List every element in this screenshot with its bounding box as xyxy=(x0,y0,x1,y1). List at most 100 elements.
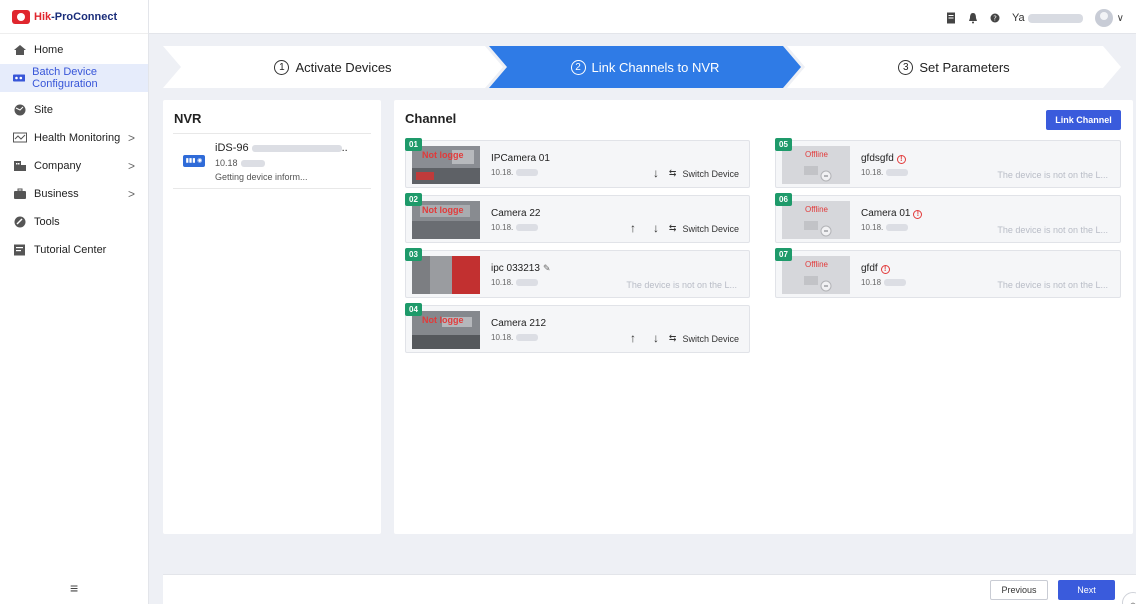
chevron-right-icon: > xyxy=(127,131,135,145)
switch-device-button[interactable]: ⇆ Switch Device xyxy=(669,168,739,179)
sidebar-item-home[interactable]: Home xyxy=(0,36,148,64)
redacted-text xyxy=(251,144,342,152)
thumbnail-status: Not logge xyxy=(422,205,464,215)
home-icon xyxy=(14,45,26,55)
camera-name: Camera 212 xyxy=(491,318,547,329)
thumbnail-status: Not logge xyxy=(422,150,464,160)
move-down-icon[interactable]: ↓ xyxy=(653,166,659,180)
camera-name: IPCamera 01 xyxy=(491,153,550,164)
camera-ip: 10.18. xyxy=(491,333,539,342)
channel-card[interactable]: 02 Not logge Camera 22 10.18. ↑ ↓ ⇆ Switc… xyxy=(405,193,750,243)
chevron-up-icon[interactable]: ︿ xyxy=(1122,592,1136,604)
redacted-text xyxy=(884,279,907,287)
move-down-icon[interactable]: ↓ xyxy=(653,331,659,345)
step-number: 2 xyxy=(570,59,586,75)
link-channel-button[interactable]: Link Channel xyxy=(1046,110,1121,130)
sidebar-item-site[interactable]: Site xyxy=(0,96,148,124)
camera-thumbnail: Offline xyxy=(782,146,850,184)
nvr-panel: NVR ▮▮▮ ◉ iDS-96.. 10.18 Getting device … xyxy=(163,100,381,534)
camera-ip: 10.18. xyxy=(491,278,539,287)
camera-thumbnail: Offline xyxy=(782,256,850,294)
step-set-parameters[interactable]: 3 Set Parameters xyxy=(787,46,1121,88)
sidebar-item-label: Business xyxy=(34,188,79,200)
tools-icon xyxy=(14,216,26,228)
sidebar-item-label: Site xyxy=(34,104,53,116)
offline-status: Offline xyxy=(805,150,828,159)
step-number: 3 xyxy=(898,59,914,75)
nvr-device-item[interactable]: ▮▮▮ ◉ iDS-96.. 10.18 Getting device info… xyxy=(173,133,371,189)
switch-icon: ⇆ xyxy=(668,223,677,233)
switch-icon: ⇆ xyxy=(668,333,677,343)
user-name[interactable]: Ya xyxy=(1012,12,1083,24)
avatar[interactable] xyxy=(1094,9,1113,27)
sidebar-item-business[interactable]: Business > xyxy=(0,180,148,208)
warning-icon[interactable]: ! xyxy=(880,265,890,274)
sidebar-item-company[interactable]: Company > xyxy=(0,152,148,180)
not-on-lan-message: The device is not on the L... xyxy=(997,225,1108,235)
sidebar-item-label: Tutorial Center xyxy=(34,244,107,256)
redacted-text xyxy=(516,224,539,232)
sidebar-item-health-monitoring[interactable]: Health Monitoring > xyxy=(0,124,148,152)
bell-icon[interactable] xyxy=(968,12,978,24)
sidebar-item-label: Home xyxy=(34,44,64,56)
progress-stepper: 1 Activate Devices 2 Link Channels to NVR … xyxy=(163,46,1121,88)
camera-ip: 10.18 xyxy=(861,278,907,287)
camera-thumbnail: Not logge xyxy=(412,311,480,349)
channel-card[interactable]: 07 Offline gfdf! 10.18 The device is not… xyxy=(775,248,1121,298)
not-on-lan-message: The device is not on the L... xyxy=(997,280,1108,290)
sidebar-item-label: Health Monitoring xyxy=(34,132,121,144)
channel-card[interactable]: 03 ipc 033213 ✎ 10.18. The device is not … xyxy=(405,248,750,298)
step-activate-devices[interactable]: 1 Activate Devices xyxy=(163,46,503,88)
switch-device-button[interactable]: ⇆ Switch Device xyxy=(669,223,739,234)
offline-status: Offline xyxy=(805,205,828,214)
app-logo[interactable]: Hik-ProConnect xyxy=(0,0,148,34)
redacted-text xyxy=(240,160,265,168)
channel-number-badge: 03 xyxy=(405,248,422,261)
channel-card[interactable]: 06 Offline Camera 01! 10.18. The device … xyxy=(775,193,1121,243)
step-label: Link Channels to NVR xyxy=(591,59,720,75)
camera-name: gfdsgfd! xyxy=(861,153,906,164)
previous-button[interactable]: Previous xyxy=(990,580,1048,600)
top-bar: ? Ya ∨ xyxy=(149,0,1136,34)
health-monitoring-icon xyxy=(13,132,27,143)
sidebar-item-batch-device-configuration[interactable]: Batch Device Configuration xyxy=(0,64,148,92)
menu-collapse-icon[interactable]: ≡ xyxy=(70,580,78,596)
warning-icon[interactable]: ! xyxy=(896,155,906,164)
panel-title: Channel xyxy=(405,111,457,126)
document-icon[interactable] xyxy=(946,12,956,24)
channel-panel: Channel Link Channel 01 Not logge IPCame… xyxy=(394,100,1133,534)
camera-ip: 10.18. xyxy=(491,223,539,232)
channel-card[interactable]: 01 Not logge IPCamera 01 10.18. ↓ ⇆ Switc… xyxy=(405,138,750,188)
edit-icon[interactable]: ✎ xyxy=(543,263,551,273)
sidebar-item-tools[interactable]: Tools xyxy=(0,208,148,236)
channel-number-badge: 02 xyxy=(405,193,422,206)
chevron-right-icon: > xyxy=(127,159,135,173)
camera-thumbnail: Offline xyxy=(782,201,850,239)
redacted-text xyxy=(1027,13,1083,23)
move-up-icon[interactable]: ↑ xyxy=(630,331,636,345)
business-icon xyxy=(14,188,26,199)
sidebar-item-tutorial-center[interactable]: Tutorial Center xyxy=(0,236,148,264)
chevron-down-icon[interactable]: ∨ xyxy=(1117,13,1124,24)
channel-card[interactable]: 04 Not logge Camera 212 10.18. ↑ ↓ ⇆ Swit… xyxy=(405,303,750,353)
next-button[interactable]: Next xyxy=(1058,580,1115,600)
sidebar-nav: Home Batch Device Configuration Site Hea… xyxy=(0,34,148,264)
nvr-device-name: iDS-96.. xyxy=(215,142,348,154)
chevron-right-icon: > xyxy=(127,187,135,201)
help-icon[interactable]: ? xyxy=(990,12,1000,24)
channel-card[interactable]: 05 Offline gfdsgfd! 10.18. The device is… xyxy=(775,138,1121,188)
camera-thumbnail xyxy=(412,256,480,294)
move-down-icon[interactable]: ↓ xyxy=(653,221,659,235)
nvr-device-ip: 10.18 xyxy=(215,158,265,168)
camera-name: gfdf! xyxy=(861,263,890,274)
sidebar-item-label: Batch Device Configuration xyxy=(32,66,98,90)
warning-icon[interactable]: ! xyxy=(913,210,923,219)
move-up-icon[interactable]: ↑ xyxy=(630,221,636,235)
step-link-channels[interactable]: 2 Link Channels to NVR xyxy=(489,46,801,88)
sidebar-item-label: Tools xyxy=(34,216,60,228)
sidebar-item-label: Company xyxy=(34,160,82,172)
channel-number-badge: 06 xyxy=(775,193,792,206)
switch-device-button[interactable]: ⇆ Switch Device xyxy=(669,333,739,344)
channel-number-badge: 04 xyxy=(405,303,422,316)
camera-thumbnail: Not logge xyxy=(412,146,480,184)
